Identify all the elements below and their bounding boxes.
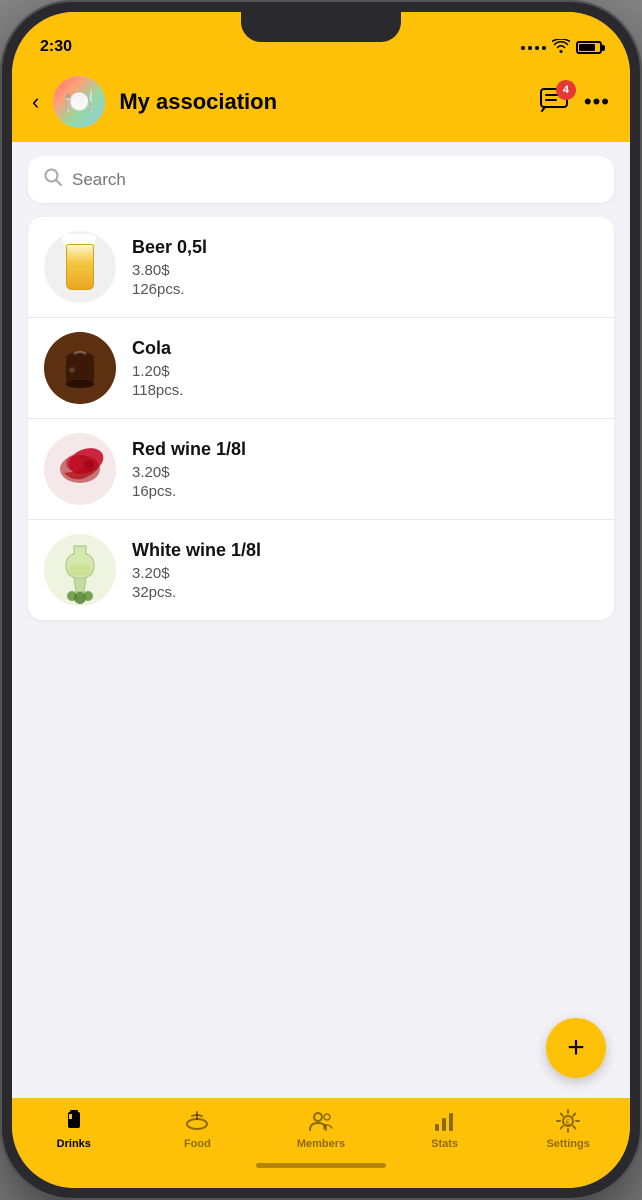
item-pcs: 16pcs.: [132, 483, 598, 500]
item-image-white-wine: [44, 534, 116, 606]
list-item[interactable]: Red wine 1/8l 3.20$ 16pcs.: [28, 419, 614, 520]
item-image-cola: [44, 332, 116, 404]
signal-icon: [521, 46, 546, 50]
notifications-button[interactable]: 4: [540, 88, 568, 117]
item-image-beer: [44, 231, 116, 303]
fab-container: +: [12, 998, 630, 1098]
battery-icon: [576, 41, 602, 54]
header: ‹ My association 4 •••: [12, 62, 630, 142]
status-time: 2:30: [40, 38, 72, 56]
item-name: Beer 0,5l: [132, 237, 598, 258]
nav-item-food[interactable]: Food: [136, 1108, 260, 1150]
members-icon: [308, 1108, 334, 1134]
food-icon: [184, 1108, 210, 1134]
page-title: My association: [119, 89, 526, 115]
item-price: 3.20$: [132, 464, 598, 481]
item-info-white-wine: White wine 1/8l 3.20$ 32pcs.: [132, 540, 598, 601]
bottom-nav: Drinks Food Members: [12, 1098, 630, 1188]
item-info-red-wine: Red wine 1/8l 3.20$ 16pcs.: [132, 439, 598, 500]
nav-label-stats: Stats: [431, 1138, 458, 1150]
avatar: [53, 76, 105, 128]
nav-label-members: Members: [297, 1138, 345, 1150]
drinks-icon: [61, 1108, 87, 1134]
search-input[interactable]: [72, 170, 598, 190]
nav-label-food: Food: [184, 1138, 211, 1150]
list-item[interactable]: Cola 1.20$ 118pcs.: [28, 318, 614, 419]
more-options-button[interactable]: •••: [584, 91, 610, 113]
svg-text:€: €: [566, 1118, 571, 1127]
item-name: Cola: [132, 338, 598, 359]
wifi-icon: [552, 39, 570, 56]
header-actions: 4 •••: [540, 88, 610, 117]
item-price: 3.20$: [132, 565, 598, 582]
item-pcs: 118pcs.: [132, 382, 598, 399]
item-name: Red wine 1/8l: [132, 439, 598, 460]
phone-screen: 2:30: [12, 12, 630, 1188]
status-icons: [521, 39, 602, 56]
item-price: 1.20$: [132, 363, 598, 380]
list-item[interactable]: White wine 1/8l 3.20$ 32pcs.: [28, 520, 614, 620]
settings-icon: €: [555, 1108, 581, 1134]
nav-item-members[interactable]: Members: [259, 1108, 383, 1150]
item-info-beer: Beer 0,5l 3.80$ 126pcs.: [132, 237, 598, 298]
back-button[interactable]: ‹: [32, 89, 39, 115]
items-list: Beer 0,5l 3.80$ 126pcs.: [28, 217, 614, 620]
item-pcs: 32pcs.: [132, 584, 598, 601]
search-container: [28, 156, 614, 203]
phone-frame: 2:30: [0, 0, 642, 1200]
add-button[interactable]: +: [546, 1018, 606, 1078]
list-item[interactable]: Beer 0,5l 3.80$ 126pcs.: [28, 217, 614, 318]
nav-item-settings[interactable]: € Settings: [506, 1108, 630, 1150]
nav-label-drinks: Drinks: [57, 1138, 91, 1150]
item-info-cola: Cola 1.20$ 118pcs.: [132, 338, 598, 399]
item-pcs: 126pcs.: [132, 281, 598, 298]
stats-icon: [432, 1108, 458, 1134]
home-indicator: [256, 1163, 386, 1168]
notch: [241, 12, 401, 42]
item-price: 3.80$: [132, 262, 598, 279]
nav-item-drinks[interactable]: Drinks: [12, 1108, 136, 1150]
item-name: White wine 1/8l: [132, 540, 598, 561]
item-image-red-wine: [44, 433, 116, 505]
nav-label-settings: Settings: [546, 1138, 589, 1150]
content-area: Beer 0,5l 3.80$ 126pcs.: [12, 142, 630, 1098]
nav-item-stats[interactable]: Stats: [383, 1108, 507, 1150]
search-icon: [44, 168, 62, 191]
notification-badge: 4: [556, 80, 576, 100]
